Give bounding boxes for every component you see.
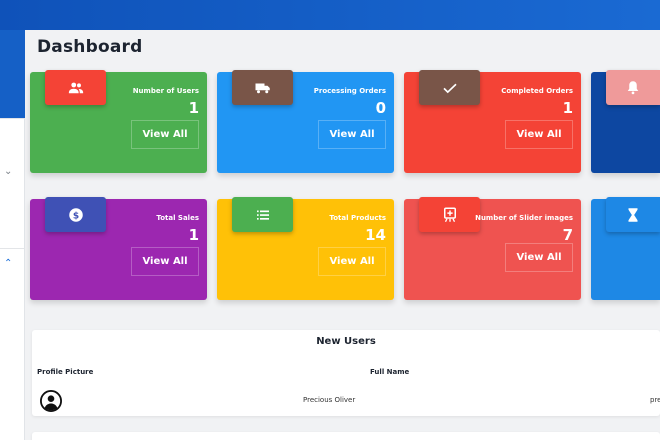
main-content: Dashboard Number of Users 1 View All Pro… <box>25 30 660 440</box>
avatar <box>40 390 62 412</box>
card-count: 1 <box>188 99 199 117</box>
chevron-down-icon[interactable]: ⌄ <box>4 166 12 177</box>
sidebar: ⌄ ⌃ <box>0 30 25 440</box>
sidebar-divider <box>0 248 25 249</box>
card-title: Completed Orders <box>501 87 573 95</box>
card-title: Total Sales <box>156 214 199 222</box>
hourglass-icon <box>606 197 660 232</box>
card-title: Total Products <box>329 214 386 222</box>
view-all-button[interactable]: View All <box>318 247 386 276</box>
dollar-icon: $ <box>45 197 106 232</box>
page-title: Dashboard <box>37 37 143 57</box>
card-count: 14 <box>365 226 386 244</box>
user-full-name: Precious Oliver <box>303 396 356 404</box>
card-partial <box>591 70 660 173</box>
card-count: 0 <box>375 99 386 117</box>
sidebar-divider <box>0 118 25 119</box>
column-header-profile-picture: Profile Picture <box>37 368 94 376</box>
card-count: 1 <box>188 226 199 244</box>
sidebar-header <box>0 30 25 118</box>
view-all-button[interactable]: View All <box>318 120 386 149</box>
panel-title: New Users <box>316 336 376 347</box>
card-title: Number of Users <box>132 87 199 95</box>
column-header-full-name: Full Name <box>370 368 410 376</box>
view-all-button[interactable]: View All <box>131 120 199 149</box>
card-count: 7 <box>562 226 573 244</box>
card-partial <box>591 197 660 300</box>
card-title: Number of Slider images <box>475 214 573 222</box>
card-total-sales: $ Total Sales 1 View All <box>30 197 207 300</box>
card-completed-orders: Completed Orders 1 View All <box>404 70 581 173</box>
view-all-button[interactable]: View All <box>505 243 573 272</box>
svg-text:$: $ <box>72 211 78 221</box>
card-count: 1 <box>562 99 573 117</box>
next-panel <box>32 432 660 440</box>
chevron-up-icon[interactable]: ⌃ <box>4 258 12 269</box>
users-icon <box>45 70 106 105</box>
card-number-of-users: Number of Users 1 View All <box>30 70 207 173</box>
card-slider-images: Number of Slider images 7 View All <box>404 197 581 300</box>
truck-icon <box>232 70 293 105</box>
card-title: Processing Orders <box>313 87 386 95</box>
card-total-products: Total Products 14 View All <box>217 197 394 300</box>
top-navbar <box>0 0 660 30</box>
view-all-button[interactable]: View All <box>505 120 573 149</box>
checkmark-icon <box>419 70 480 105</box>
new-users-panel: New Users Profile Picture Full Name Prec… <box>32 330 660 416</box>
list-icon <box>232 197 293 232</box>
bell-icon <box>606 70 660 105</box>
view-all-button[interactable]: View All <box>131 247 199 276</box>
user-extra-cell: pre <box>650 396 660 404</box>
card-processing-orders: Processing Orders 0 View All <box>217 70 394 173</box>
slider-image-icon <box>419 197 480 232</box>
